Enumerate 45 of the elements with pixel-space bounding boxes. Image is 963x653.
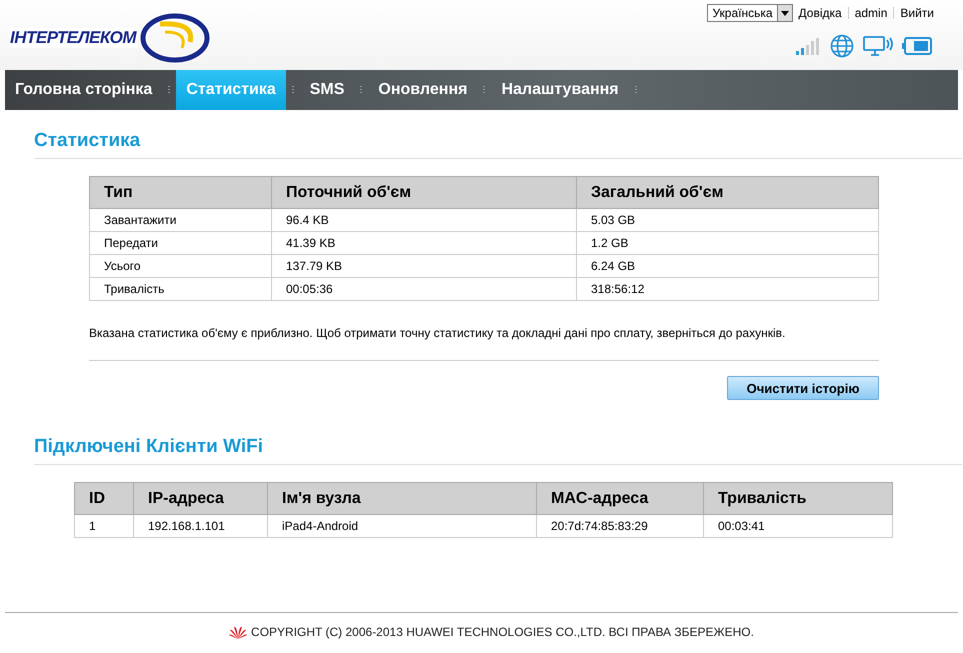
table-cell: 41.39 KB	[272, 232, 576, 254]
header-link[interactable]: admin	[854, 6, 888, 20]
column-header: Тривалість	[704, 482, 892, 514]
nav-tab[interactable]: SMS	[300, 70, 354, 110]
column-header: Загальний об'єм	[576, 176, 878, 208]
column-header: ID	[74, 482, 134, 514]
nav-tab[interactable]: Налаштування	[491, 70, 629, 110]
table-cell: Завантажити	[90, 208, 272, 232]
header-link[interactable]: Вийти	[900, 6, 934, 20]
monitor-icon	[863, 35, 893, 57]
table-cell: 1	[74, 514, 134, 538]
table-cell: Передати	[90, 232, 272, 254]
globe-icon	[830, 34, 854, 58]
signal-icon	[795, 37, 821, 55]
clear-history-button[interactable]: Очистити історію	[727, 376, 879, 400]
flower-logo-icon	[229, 626, 248, 638]
table-cell: iPad4-Android	[268, 514, 536, 538]
table-cell: 318:56:12	[576, 278, 878, 300]
table-cell: 192.168.1.101	[134, 514, 268, 538]
table-cell: Усього	[90, 254, 272, 278]
column-header: Поточний об'єм	[272, 176, 576, 208]
table-cell: 96.4 KB	[272, 208, 576, 232]
section-title: Статистика	[34, 130, 962, 159]
column-header: Тип	[90, 176, 272, 208]
nav-tab[interactable]: Оновлення	[368, 70, 478, 110]
table-cell: 1.2 GB	[576, 232, 878, 254]
table-cell: Тривалість	[90, 278, 272, 300]
table-cell: 6.24 GB	[576, 254, 878, 278]
table-cell: 137.79 KB	[272, 254, 576, 278]
column-header: MAC-адреса	[536, 482, 704, 514]
copyright-text: COPYRIGHT (C) 2006-2013 HUAWEI TECHNOLOGIES CO.,LTD. ВСІ ПРАВА ЗБЕРЕЖЕНО.	[251, 625, 754, 639]
caret-icon	[780, 10, 789, 16]
table-cell: 00:05:36	[272, 278, 576, 300]
language-select[interactable]: Українська	[707, 4, 793, 22]
column-header: IP-адреса	[134, 482, 268, 514]
battery-icon	[902, 37, 932, 55]
section-title: Підключені Клієнти WiFi	[34, 436, 962, 465]
logo: ІНТЕРТЕЛЕКОМ	[10, 12, 210, 62]
table-cell: 00:03:41	[704, 514, 892, 538]
table-cell: 20:7d:74:85:83:29	[536, 514, 704, 538]
column-header: Ім'я вузла	[268, 482, 536, 514]
header-link[interactable]: Довідка	[798, 6, 842, 20]
note-text: Вказана статистика об'єму є приблизно. Щоб отримати точну статистику та докладні дані про сплату, зверніться до рахунків.	[89, 326, 786, 340]
table-cell: 5.03 GB	[576, 208, 878, 232]
nav-tab[interactable]: Головна сторінка	[5, 70, 162, 110]
